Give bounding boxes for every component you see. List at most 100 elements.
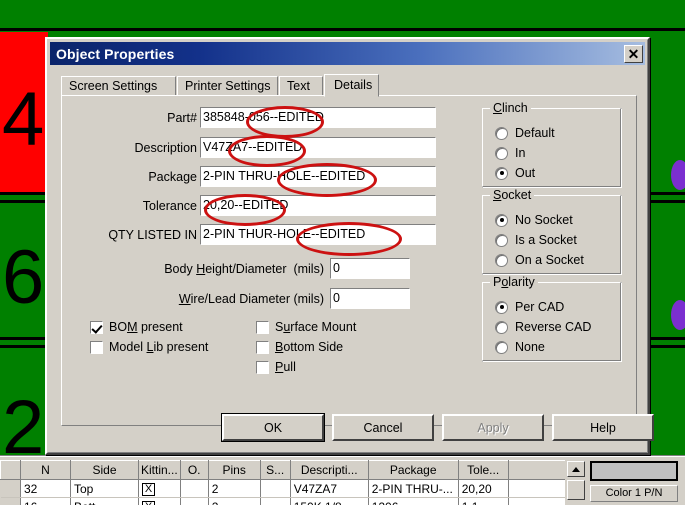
cad-cell-label: 4 bbox=[2, 77, 45, 162]
dialog-title: Object Properties bbox=[56, 45, 175, 62]
tab-text[interactable]: Text bbox=[279, 76, 323, 96]
radio-no-socket[interactable]: No Socket bbox=[495, 213, 573, 227]
radio-label: Reverse CAD bbox=[515, 320, 592, 334]
cell-description[interactable]: V47ZA7 bbox=[290, 479, 369, 498]
radio-label: Is a Socket bbox=[515, 233, 577, 247]
radio-circle-icon[interactable] bbox=[495, 126, 508, 140]
object-properties-dialog: Object Properties ✕ Screen Settings Prin… bbox=[45, 37, 654, 455]
checkbox-label: BOM present bbox=[109, 320, 183, 334]
column-header-pins[interactable]: Pins bbox=[207, 460, 261, 480]
color-swatch[interactable] bbox=[590, 461, 678, 481]
column-header-blank[interactable] bbox=[507, 460, 569, 480]
radio-clinch-in[interactable]: In bbox=[495, 146, 525, 160]
checkbox-box-icon[interactable] bbox=[256, 360, 269, 374]
radio-none[interactable]: None bbox=[495, 340, 545, 354]
checkbox-box-icon[interactable] bbox=[90, 340, 103, 354]
checkbox-model-lib-present[interactable]: Model Lib present bbox=[90, 340, 208, 354]
radio-on-a-socket[interactable]: On a Socket bbox=[495, 253, 584, 267]
radio-circle-icon[interactable] bbox=[495, 253, 508, 267]
cell-o[interactable] bbox=[180, 479, 209, 498]
parts-table[interactable]: N Side Kittin... O. Pins S... Descripti.… bbox=[0, 460, 569, 505]
cell-tolerance[interactable]: 20,20 bbox=[458, 479, 509, 498]
cell-extra[interactable] bbox=[508, 479, 569, 498]
radio-clinch-out[interactable]: Out bbox=[495, 166, 535, 180]
dialog-titlebar[interactable]: Object Properties ✕ bbox=[50, 42, 645, 65]
group-title-clinch: Clinch bbox=[490, 101, 531, 115]
column-header-description[interactable]: Descripti... bbox=[289, 460, 369, 480]
column-header-tolerance[interactable]: Tole... bbox=[457, 460, 509, 480]
radio-circle-icon[interactable] bbox=[495, 340, 508, 354]
column-header-n[interactable]: N bbox=[20, 460, 71, 480]
cell-side[interactable]: Bott bbox=[70, 497, 139, 505]
cell-description[interactable]: 150K 1/8 bbox=[290, 497, 369, 505]
radio-circle-icon[interactable] bbox=[495, 300, 508, 314]
cell-n[interactable]: 16 bbox=[20, 497, 71, 505]
cell-package[interactable]: 2-PIN THRU-... bbox=[368, 479, 459, 498]
input-wire-lead-diameter[interactable]: 0 bbox=[330, 288, 410, 309]
tab-printer-settings[interactable]: Printer Settings bbox=[177, 76, 278, 96]
input-description[interactable]: V47ZA7--EDITED bbox=[200, 137, 436, 158]
radio-reverse-cad[interactable]: Reverse CAD bbox=[495, 320, 591, 334]
cad-row-divider bbox=[0, 28, 685, 31]
radio-circle-icon[interactable] bbox=[495, 166, 508, 180]
input-qty-listed-in[interactable]: 2-PIN THUR-HOLE--EDITED bbox=[200, 224, 436, 245]
checkbox-box-icon[interactable] bbox=[256, 340, 269, 354]
cell-pins[interactable]: 2 bbox=[208, 479, 261, 498]
radio-per-cad[interactable]: Per CAD bbox=[495, 300, 564, 314]
column-header-kitting[interactable]: Kittin... bbox=[138, 460, 181, 480]
cell-side[interactable]: Top bbox=[70, 479, 139, 498]
radio-clinch-default[interactable]: Default bbox=[495, 126, 555, 140]
table-row[interactable]: 16 Bott X 2 150K 1/8 1206 1,1 bbox=[0, 497, 569, 505]
checkbox-bom-present[interactable]: BOM present bbox=[90, 320, 183, 334]
cell-s[interactable] bbox=[260, 497, 291, 505]
input-part-number[interactable]: 385848-056--EDITED bbox=[200, 107, 436, 128]
radio-is-a-socket[interactable]: Is a Socket bbox=[495, 233, 577, 247]
checkbox-label: Bottom Side bbox=[275, 340, 344, 354]
column-header-side[interactable]: Side bbox=[70, 460, 139, 480]
help-button[interactable]: Help bbox=[552, 414, 654, 441]
ok-button[interactable]: OK bbox=[222, 414, 324, 441]
cell-tolerance[interactable]: 1,1 bbox=[458, 497, 509, 505]
checkbox-box-icon[interactable] bbox=[90, 320, 103, 334]
radio-circle-icon[interactable] bbox=[495, 146, 508, 160]
input-tolerance[interactable]: 20,20--EDITED bbox=[200, 195, 436, 216]
checkbox-bottom-side[interactable]: Bottom Side bbox=[256, 340, 343, 354]
checkbox-label: Surface Mount bbox=[275, 320, 357, 334]
cell-pins[interactable]: 2 bbox=[208, 497, 261, 505]
tab-screen-settings[interactable]: Screen Settings bbox=[61, 76, 176, 96]
details-tab-panel: Part# 385848-056--EDITED Description V47… bbox=[61, 95, 637, 426]
cell-kitting[interactable]: X bbox=[138, 479, 181, 498]
checkbox-surface-mount[interactable]: Surface Mount bbox=[256, 320, 356, 334]
cell-extra[interactable] bbox=[508, 497, 569, 505]
cell-package[interactable]: 1206 bbox=[368, 497, 459, 505]
input-package[interactable]: 2-PIN THRU-HOLE--EDITED bbox=[200, 166, 436, 187]
kitting-checkbox[interactable]: X bbox=[142, 501, 155, 505]
table-header-row: N Side Kittin... O. Pins S... Descripti.… bbox=[0, 460, 569, 480]
radio-circle-icon[interactable] bbox=[495, 233, 508, 247]
radio-circle-icon[interactable] bbox=[495, 320, 508, 334]
radio-circle-icon[interactable] bbox=[495, 213, 508, 227]
radio-label: None bbox=[515, 340, 545, 354]
table-row[interactable]: 32 Top X 2 V47ZA7 2-PIN THRU-... 20,20 bbox=[0, 479, 569, 498]
row-handle-cell[interactable] bbox=[0, 497, 21, 505]
checkbox-box-icon[interactable] bbox=[256, 320, 269, 334]
column-header-s[interactable]: S... bbox=[259, 460, 291, 480]
cell-s[interactable] bbox=[260, 479, 291, 498]
cell-o[interactable] bbox=[180, 497, 209, 505]
kitting-checkbox[interactable]: X bbox=[142, 483, 155, 496]
column-header-package[interactable]: Package bbox=[367, 460, 459, 480]
tab-details[interactable]: Details bbox=[324, 74, 379, 97]
checkbox-pull[interactable]: Pull bbox=[256, 360, 296, 374]
scroll-up-arrow-icon[interactable] bbox=[567, 461, 585, 477]
column-header-o[interactable]: O. bbox=[179, 460, 209, 480]
cell-kitting[interactable]: X bbox=[138, 497, 181, 505]
cancel-button[interactable]: Cancel bbox=[332, 414, 434, 441]
group-title-polarity: Polarity bbox=[490, 275, 538, 289]
row-handle-cell[interactable] bbox=[0, 479, 21, 498]
close-icon[interactable]: ✕ bbox=[624, 44, 643, 63]
cell-n[interactable]: 32 bbox=[20, 479, 71, 498]
input-body-height-diameter[interactable]: 0 bbox=[330, 258, 410, 279]
row-handle-header[interactable] bbox=[0, 460, 21, 480]
scrollbar-thumb[interactable] bbox=[567, 480, 585, 500]
group-title-socket: Socket bbox=[490, 188, 535, 202]
